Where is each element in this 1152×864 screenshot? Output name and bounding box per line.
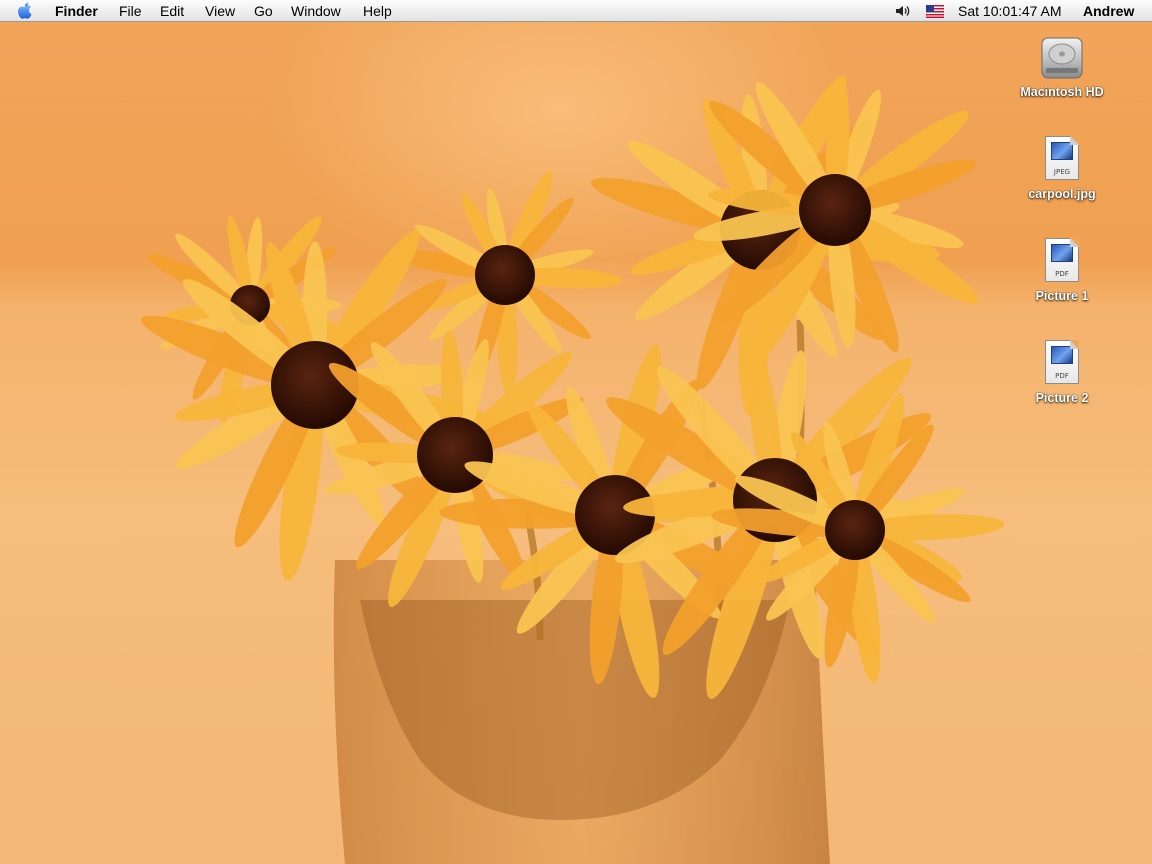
menu-file[interactable]: File (119, 2, 142, 20)
us-flag-icon[interactable] (925, 4, 945, 22)
menu-go[interactable]: Go (254, 2, 273, 20)
desktop-wallpaper (0, 0, 1152, 864)
desktop-icon-macintosh-hd[interactable]: Macintosh HD (1007, 34, 1117, 99)
hard-drive-icon (1038, 34, 1086, 82)
pdf-document-icon: PDF (1038, 340, 1086, 388)
pdf-document-icon: PDF (1038, 238, 1086, 286)
file-type-label: JPEG (1053, 168, 1071, 176)
menu-edit[interactable]: Edit (160, 2, 184, 20)
menu-view[interactable]: View (205, 2, 235, 20)
menu-help[interactable]: Help (363, 2, 392, 20)
volume-icon[interactable] (894, 2, 912, 20)
file-type-label: PDF (1055, 270, 1069, 278)
menu-clock[interactable]: Sat 10:01:47 AM (958, 2, 1062, 20)
menu-bar: Finder File Edit View Go Window Help Sat… (0, 0, 1152, 22)
desktop-icon-label: Macintosh HD (1020, 85, 1104, 99)
menu-user[interactable]: Andrew (1083, 2, 1134, 20)
jpeg-document-icon: JPEG (1038, 136, 1086, 184)
apple-icon[interactable] (16, 1, 36, 19)
menu-window[interactable]: Window (291, 2, 341, 20)
desktop-icon-label: carpool.jpg (1028, 187, 1096, 201)
desktop-icon-label: Picture 2 (1035, 391, 1089, 405)
desktop-icon-picture-1[interactable]: PDF Picture 1 (1007, 238, 1117, 303)
desktop-icon-label: Picture 1 (1035, 289, 1089, 303)
menu-app-finder[interactable]: Finder (55, 2, 98, 20)
flowers-picture (141, 75, 1005, 864)
file-type-label: PDF (1055, 372, 1069, 380)
desktop-icon-picture-2[interactable]: PDF Picture 2 (1007, 340, 1117, 405)
desktop-icon-carpool-jpg[interactable]: JPEG carpool.jpg (1007, 136, 1117, 201)
